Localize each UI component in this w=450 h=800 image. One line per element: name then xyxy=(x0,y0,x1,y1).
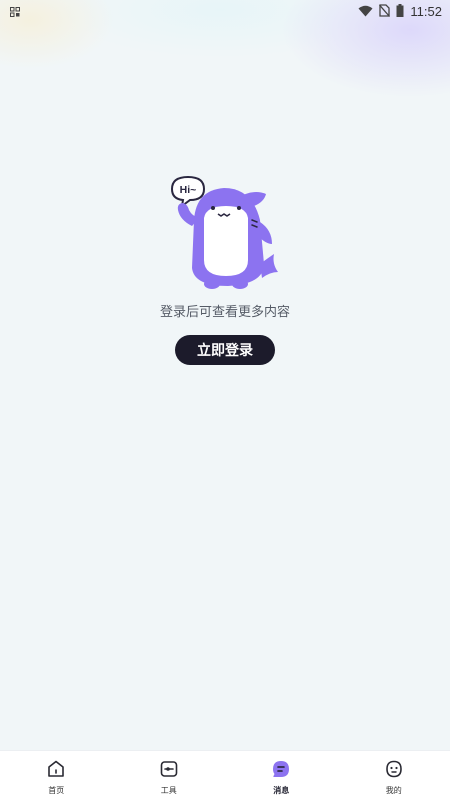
battery-icon xyxy=(396,2,404,21)
empty-state: Hi~ 登录后可查看更多内容 立即登录 xyxy=(0,172,450,365)
tab-messages-label: 消息 xyxy=(273,786,290,795)
status-bar: 11:52 xyxy=(0,0,450,22)
tab-profile-label: 我的 xyxy=(385,786,402,795)
tab-tools[interactable]: 工具 xyxy=(113,751,226,800)
bottom-tab-bar: 首页 工具 消息 我的 xyxy=(0,750,450,800)
shark-mascot: Hi~ xyxy=(170,175,278,289)
profile-icon xyxy=(384,759,404,783)
no-sim-icon xyxy=(379,2,391,21)
home-icon xyxy=(46,759,66,783)
tab-home-label: 首页 xyxy=(48,786,65,795)
background-glow xyxy=(0,0,450,160)
tab-tools-label: 工具 xyxy=(160,786,177,795)
tools-icon xyxy=(159,759,179,783)
wifi-icon xyxy=(358,2,373,21)
tab-messages[interactable]: 消息 xyxy=(225,751,338,800)
screenshot-icon xyxy=(10,2,20,21)
login-button[interactable]: 立即登录 xyxy=(175,335,275,365)
tab-profile[interactable]: 我的 xyxy=(338,751,450,800)
bubble-text: Hi~ xyxy=(180,184,197,196)
status-time: 11:52 xyxy=(410,3,442,19)
tab-home[interactable]: 首页 xyxy=(0,751,113,800)
message-icon xyxy=(271,759,291,783)
login-prompt-text: 登录后可查看更多内容 xyxy=(159,304,290,319)
